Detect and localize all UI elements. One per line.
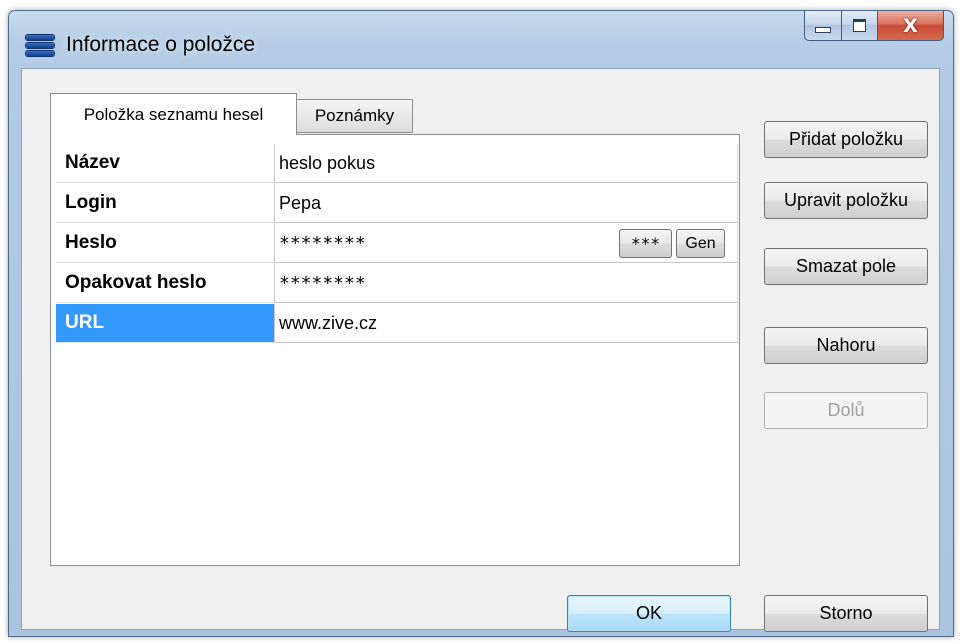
tab-password-item[interactable]: Položka seznamu hesel xyxy=(50,93,297,135)
show-password-button[interactable]: *** xyxy=(619,229,672,258)
cancel-button[interactable]: Storno xyxy=(764,595,928,632)
delete-field-button[interactable]: Smazat pole xyxy=(764,248,928,285)
field-row-password: Heslo ******** *** Gen xyxy=(56,224,738,264)
window-title: Informace o položce xyxy=(66,33,256,56)
tab-notes[interactable]: Poznámky xyxy=(296,99,413,133)
field-row-name: Název heslo pokus xyxy=(56,144,738,184)
list-icon xyxy=(26,35,54,57)
minimize-button[interactable] xyxy=(804,11,842,41)
field-row-password-repeat: Opakovat heslo ******** xyxy=(56,264,738,304)
field-row-url: URL www.zive.cz xyxy=(56,304,738,344)
caption-buttons: X xyxy=(804,11,944,41)
title-bar[interactable]: Informace o položce X xyxy=(9,11,953,67)
field-label[interactable]: Opakovat heslo xyxy=(56,264,274,303)
login-field[interactable]: Pepa xyxy=(274,184,738,223)
generate-password-button[interactable]: Gen xyxy=(676,229,725,258)
url-field[interactable]: www.zive.cz xyxy=(274,304,738,343)
field-label[interactable]: URL xyxy=(56,304,274,343)
field-label[interactable]: Název xyxy=(56,144,274,183)
maximize-icon xyxy=(853,19,866,32)
minimize-icon xyxy=(815,27,831,33)
maximize-button[interactable] xyxy=(842,11,878,41)
dialog-window: Informace o položce X Položka seznamu he… xyxy=(8,10,954,637)
move-up-button[interactable]: Nahoru xyxy=(764,327,928,364)
field-label[interactable]: Login xyxy=(56,184,274,223)
ok-button[interactable]: OK xyxy=(567,595,731,632)
dialog-client-area: Položka seznamu hesel Poznámky Název hes… xyxy=(21,68,940,632)
tab-label: Položka seznamu hesel xyxy=(83,104,264,124)
close-icon: X xyxy=(903,14,918,37)
field-label[interactable]: Heslo xyxy=(56,224,274,263)
tab-label: Poznámky xyxy=(314,106,395,125)
edit-item-button[interactable]: Upravit položku xyxy=(764,182,928,219)
field-row-login: Login Pepa xyxy=(56,184,738,224)
move-down-button[interactable]: Dolů xyxy=(764,392,928,429)
password-repeat-field[interactable]: ******** xyxy=(274,264,738,303)
close-button[interactable]: X xyxy=(878,11,944,41)
property-grid: Název heslo pokus Login Pepa Heslo *****… xyxy=(50,134,740,566)
name-field[interactable]: heslo pokus xyxy=(274,144,738,183)
add-item-button[interactable]: Přidat položku xyxy=(764,121,928,158)
